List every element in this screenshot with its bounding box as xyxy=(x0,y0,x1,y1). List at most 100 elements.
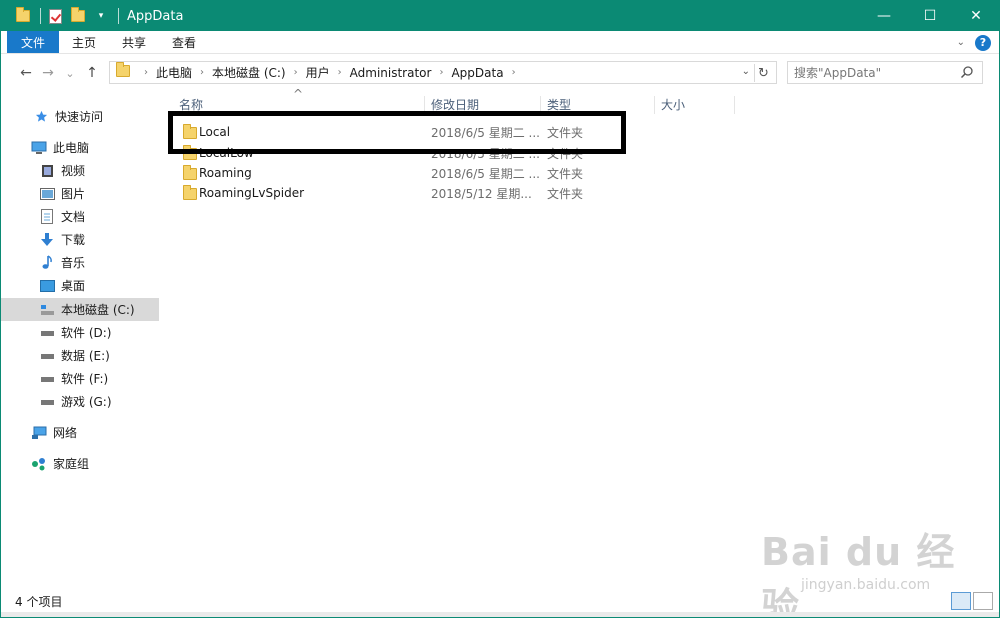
tab-view[interactable]: 查看 xyxy=(159,31,209,53)
drive-icon xyxy=(39,325,55,341)
large-icons-view-button[interactable] xyxy=(973,592,993,610)
sidebar-item-documents[interactable]: 文档 xyxy=(1,205,159,228)
sidebar-item-videos[interactable]: 视频 xyxy=(1,159,159,182)
search-icon[interactable] xyxy=(960,65,974,79)
maximize-button[interactable]: ☐ xyxy=(907,1,953,31)
properties-icon[interactable] xyxy=(45,5,65,27)
sidebar-item-local-disk-c[interactable]: 本地磁盘 (C:) xyxy=(1,298,159,321)
sidebar-item-label: 游戏 (G:) xyxy=(61,395,112,409)
baidu-watermark: Bai du 经验 jingyan.baidu.com xyxy=(761,511,961,617)
sidebar-item-homegroup[interactable]: 家庭组 xyxy=(1,452,159,475)
highlight-box xyxy=(168,111,626,154)
sidebar-item-label: 快速访问 xyxy=(55,110,104,124)
details-view-button[interactable] xyxy=(951,592,971,610)
search-input[interactable]: 搜索"AppData" xyxy=(787,61,983,84)
sidebar-item-label: 家庭组 xyxy=(53,457,90,471)
sidebar-item-label: 视频 xyxy=(61,164,86,178)
folder-icon xyxy=(116,62,130,80)
new-folder-icon[interactable] xyxy=(68,5,88,27)
drive-icon xyxy=(39,394,55,410)
breadcrumb-separator-icon[interactable]: › xyxy=(338,67,342,78)
breadcrumb-this-pc[interactable]: 此电脑 xyxy=(156,64,192,81)
sidebar-item-drive-f[interactable]: 软件 (F:) xyxy=(1,367,159,390)
window-title: AppData xyxy=(127,8,184,24)
breadcrumb-appdata[interactable]: AppData xyxy=(451,66,503,80)
sidebar-item-label: 音乐 xyxy=(61,256,86,270)
toolbar-divider xyxy=(118,8,119,24)
view-switcher xyxy=(951,592,993,610)
address-dropdown-icon[interactable]: ⌄ xyxy=(742,66,750,77)
sidebar-item-pictures[interactable]: 图片 xyxy=(1,182,159,205)
sidebar-item-label: 本地磁盘 (C:) xyxy=(61,303,135,317)
drive-icon xyxy=(39,348,55,364)
sidebar-item-music[interactable]: 音乐 xyxy=(1,251,159,274)
window-bottom-edge xyxy=(1,612,999,617)
recent-locations-button[interactable]: ⌄ xyxy=(59,62,81,84)
title-bar: ▾ AppData — ☐ ✕ xyxy=(1,1,999,31)
expand-ribbon-icon[interactable]: ⌄ xyxy=(957,37,965,48)
sidebar-item-label: 图片 xyxy=(61,187,86,201)
drive-icon xyxy=(39,371,55,387)
breadcrumb-users[interactable]: 用户 xyxy=(306,64,330,81)
close-button[interactable]: ✕ xyxy=(953,1,999,31)
sidebar-item-label: 软件 (D:) xyxy=(61,326,112,340)
homegroup-icon xyxy=(31,456,47,472)
breadcrumb-separator-icon[interactable]: › xyxy=(512,67,516,78)
breadcrumb-separator-icon[interactable]: › xyxy=(294,67,298,78)
tab-share[interactable]: 共享 xyxy=(109,31,159,53)
customize-toolbar-icon[interactable]: ▾ xyxy=(91,5,111,27)
help-icon[interactable]: ? xyxy=(975,34,991,51)
sidebar-item-downloads[interactable]: 下载 xyxy=(1,228,159,251)
download-icon xyxy=(39,232,55,248)
picture-icon xyxy=(39,186,55,202)
sidebar-item-drive-g[interactable]: 游戏 (G:) xyxy=(1,390,159,413)
breadcrumb-separator-icon[interactable]: › xyxy=(439,67,443,78)
sidebar-item-label: 文档 xyxy=(61,210,86,224)
sidebar-item-drive-d[interactable]: 软件 (D:) xyxy=(1,321,159,344)
file-date: 2018/6/5 星期二 ... xyxy=(431,166,540,181)
document-icon xyxy=(39,209,55,225)
sidebar-item-this-pc[interactable]: 此电脑 xyxy=(1,136,159,159)
minimize-button[interactable]: — xyxy=(861,1,907,31)
sidebar-item-network[interactable]: 网络 xyxy=(1,421,159,444)
forward-button[interactable]: → xyxy=(37,62,59,84)
folder-icon xyxy=(183,185,197,200)
breadcrumb-separator-icon[interactable]: › xyxy=(200,67,204,78)
toolbar-divider xyxy=(40,8,41,24)
sidebar-item-desktop[interactable]: 桌面 xyxy=(1,274,159,297)
navigation-bar: ← → ⌄ ↑ › 此电脑 › 本地磁盘 (C:) › 用户 › Adminis… xyxy=(1,55,999,91)
star-icon xyxy=(33,109,49,125)
folder-icon xyxy=(183,165,197,180)
up-button[interactable]: ↑ xyxy=(81,62,103,84)
network-icon xyxy=(31,425,47,441)
sidebar-item-label: 下载 xyxy=(61,233,86,247)
list-item[interactable]: Roaming 2018/6/5 星期二 ... 文件夹 xyxy=(171,163,591,183)
file-name: RoamingLvSpider xyxy=(199,186,305,200)
tab-home[interactable]: 主页 xyxy=(59,31,109,53)
navigation-pane: 快速访问 此电脑 视频 图片 文档 下载 音乐 桌面 本地磁盘 (C:) 软件 … xyxy=(1,93,161,588)
sidebar-item-drive-e[interactable]: 数据 (E:) xyxy=(1,344,159,367)
refresh-button[interactable]: ↻ xyxy=(754,64,772,82)
ribbon-right: ⌄ ? xyxy=(957,31,991,54)
tab-file[interactable]: 文件 xyxy=(7,31,60,53)
list-item[interactable]: RoamingLvSpider 2018/5/12 星期... 文件夹 xyxy=(171,183,591,203)
back-button[interactable]: ← xyxy=(15,62,37,84)
file-type: 文件夹 xyxy=(547,186,584,201)
address-bar[interactable]: › 此电脑 › 本地磁盘 (C:) › 用户 › Administrator ›… xyxy=(109,61,777,84)
window-controls: — ☐ ✕ xyxy=(861,1,999,31)
file-type: 文件夹 xyxy=(547,166,584,181)
computer-icon xyxy=(31,140,47,156)
item-count: 4 个项目 xyxy=(15,594,63,609)
video-icon xyxy=(39,163,55,179)
file-name: Roaming xyxy=(199,166,252,180)
status-bar: 4 个项目 xyxy=(1,590,999,612)
search-placeholder: 搜索"AppData" xyxy=(794,66,882,80)
column-header-size[interactable]: 大小 xyxy=(655,96,735,114)
breadcrumb-separator-icon[interactable]: › xyxy=(144,67,148,78)
sidebar-item-label: 软件 (F:) xyxy=(61,372,109,386)
desktop-icon xyxy=(39,278,55,294)
breadcrumb-local-disk[interactable]: 本地磁盘 (C:) xyxy=(212,64,286,81)
file-date: 2018/5/12 星期... xyxy=(431,186,532,201)
sidebar-item-quick-access[interactable]: 快速访问 xyxy=(1,105,159,128)
breadcrumb-administrator[interactable]: Administrator xyxy=(350,66,432,80)
